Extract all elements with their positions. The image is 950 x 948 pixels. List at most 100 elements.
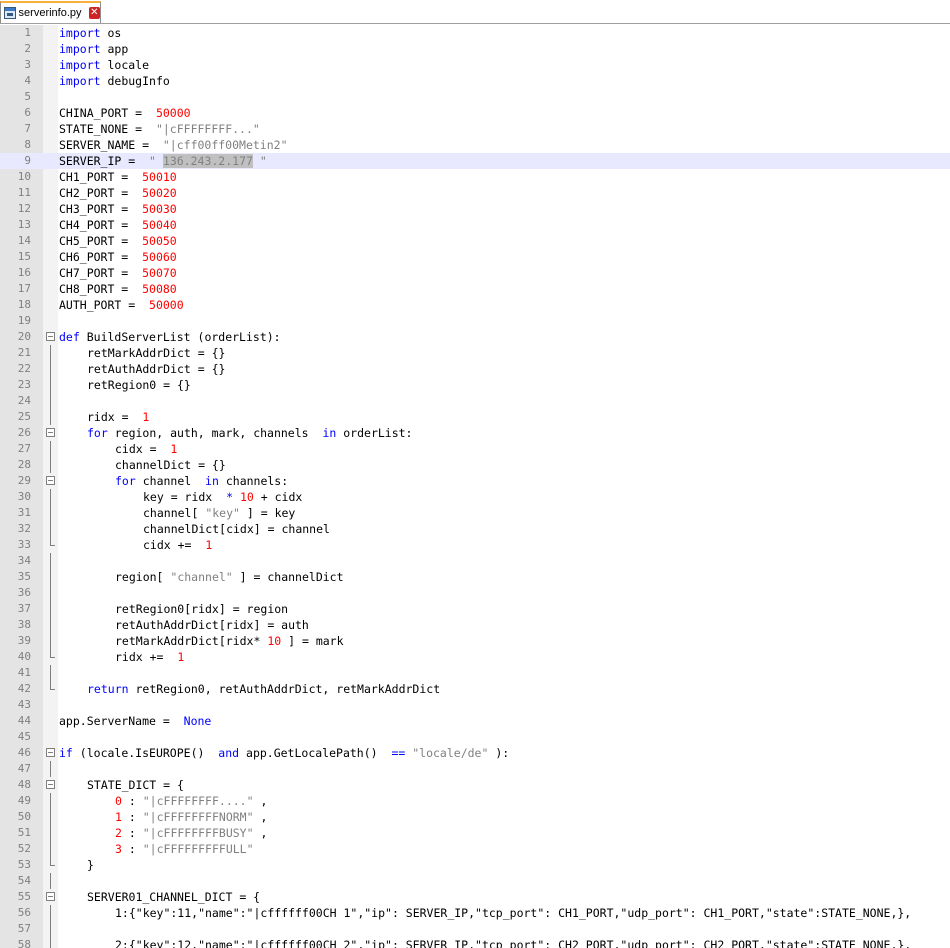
fold-line-icon (44, 633, 57, 649)
code-line[interactable]: 43 (0, 697, 950, 713)
line-number: 52 (17, 842, 31, 855)
code-token: retRegion0 = {} (87, 378, 191, 392)
code-line[interactable]: 50 1 : "|cFFFFFFFFNORM" , (0, 809, 950, 825)
code-token: ridx += (115, 650, 171, 664)
code-line[interactable]: 31 channel[ "key" ] = key (0, 505, 950, 521)
fold-toggle-icon[interactable] (44, 745, 57, 761)
code-line[interactable]: 36 (0, 585, 950, 601)
line-number: 38 (17, 618, 31, 631)
code-line[interactable]: 12 CH3_PORT = 50030 (0, 201, 950, 217)
code-line[interactable]: 55 SERVER01_CHANNEL_DICT = { (0, 889, 950, 905)
code-line[interactable]: 1 import os (0, 25, 950, 41)
code-line[interactable]: 9 SERVER_IP = " 136.243.2.177 " (0, 153, 950, 169)
code-token: ] = channelDict (239, 570, 344, 584)
code-line[interactable]: 19 (0, 313, 950, 329)
code-line[interactable]: 57 (0, 921, 950, 937)
code-token: 50030 (142, 202, 177, 216)
code-line[interactable]: 48 STATE_DICT = { (0, 777, 950, 793)
code-line[interactable]: 21 retMarkAddrDict = {} (0, 345, 950, 361)
code-text: channelDict = {} (59, 457, 226, 473)
code-line[interactable]: 10 CH1_PORT = 50010 (0, 169, 950, 185)
line-number: 51 (17, 826, 31, 839)
code-line[interactable]: 28 channelDict = {} (0, 457, 950, 473)
code-line[interactable]: 34 (0, 553, 950, 569)
code-line[interactable]: 14 CH5_PORT = 50050 (0, 233, 950, 249)
code-token: channel (142, 474, 199, 488)
code-line[interactable]: 6 CHINA_PORT = 50000 (0, 105, 950, 121)
code-line[interactable]: 26 for region, auth, mark, channels in or… (0, 425, 950, 441)
close-tab-icon[interactable]: ✕ (88, 7, 100, 19)
code-line[interactable]: 15 CH6_PORT = 50060 (0, 249, 950, 265)
code-line[interactable]: 33 cidx += 1 (0, 537, 950, 553)
code-text: import debugInfo (59, 73, 170, 89)
code-line[interactable]: 58 2:{"key":12,"name":"|cffffff00CH 2","i… (0, 937, 950, 948)
line-number: 53 (17, 858, 31, 871)
line-number: 32 (17, 522, 31, 535)
code-line[interactable]: 42 return retRegion0, retAuthAddrDict, re… (0, 681, 950, 697)
fold-toggle-icon[interactable] (44, 329, 57, 345)
code-line[interactable]: 23 retRegion0 = {} (0, 377, 950, 393)
code-line[interactable]: 22 retAuthAddrDict = {} (0, 361, 950, 377)
code-line[interactable]: 37 retRegion0[ridx] = region (0, 601, 950, 617)
code-token: } (87, 858, 94, 872)
fold-toggle-icon[interactable] (44, 425, 57, 441)
code-line[interactable]: 30 key = ridx * 10 + cidx (0, 489, 950, 505)
code-line[interactable]: 5 (0, 89, 950, 105)
code-token: CH6_PORT = (59, 250, 136, 264)
fold-line-icon (44, 649, 57, 665)
code-token: cidx += (143, 538, 199, 552)
code-line[interactable]: 29 for channel in channels: (0, 473, 950, 489)
code-token: os (107, 26, 122, 40)
code-text: retRegion0 = {} (59, 377, 191, 393)
code-line[interactable]: 20 def BuildServerList (orderList): (0, 329, 950, 345)
code-line[interactable]: 52 3 : "|cFFFFFFFFFULL" (0, 841, 950, 857)
code-token: "key" (205, 506, 240, 520)
code-token: " (149, 154, 156, 168)
code-editor[interactable]: 1 import os 2 import app 3 import locale 4 impo… (0, 25, 950, 948)
code-line[interactable]: 56 1:{"key":11,"name":"|cffffff00CH 1","i… (0, 905, 950, 921)
code-text: SERVER01_CHANNEL_DICT = { (59, 889, 260, 905)
code-line[interactable]: 8 SERVER_NAME = "|cff00ff00Metin2" (0, 137, 950, 153)
tab-serverinfo[interactable]: serverinfo.py ✕ (0, 1, 101, 23)
code-line[interactable]: 25 ridx = 1 (0, 409, 950, 425)
fold-toggle-icon[interactable] (44, 473, 57, 489)
fold-line-icon (44, 873, 57, 889)
code-token: 1 (142, 410, 150, 424)
code-line[interactable]: 7 STATE_NONE = "|cFFFFFFFF..." (0, 121, 950, 137)
fold-toggle-icon[interactable] (44, 889, 57, 905)
code-line[interactable]: 54 (0, 873, 950, 889)
code-line[interactable]: 11 CH2_PORT = 50020 (0, 185, 950, 201)
line-number: 42 (17, 682, 31, 695)
code-token: SERVER_IP = (59, 154, 143, 168)
code-line[interactable]: 18 AUTH_PORT = 50000 (0, 297, 950, 313)
line-number: 4 (24, 74, 31, 87)
code-line[interactable]: 39 retMarkAddrDict[ridx* 10 ] = mark (0, 633, 950, 649)
code-line[interactable]: 46 if (locale.IsEUROPE() and app.GetLocal… (0, 745, 950, 761)
code-line[interactable]: 41 (0, 665, 950, 681)
code-line[interactable]: 44 app.ServerName = None (0, 713, 950, 729)
code-line[interactable]: 27 cidx = 1 (0, 441, 950, 457)
code-line[interactable]: 32 channelDict[cidx] = channel (0, 521, 950, 537)
code-line[interactable]: 16 CH7_PORT = 50070 (0, 265, 950, 281)
fold-toggle-icon[interactable] (44, 777, 57, 793)
code-line[interactable]: 3 import locale (0, 57, 950, 73)
code-line[interactable]: 49 0 : "|cFFFFFFFF...." , (0, 793, 950, 809)
code-line[interactable]: 53} (0, 857, 950, 873)
code-line[interactable]: 51 2 : "|cFFFFFFFFBUSY" , (0, 825, 950, 841)
code-line[interactable]: 17 CH8_PORT = 50080 (0, 281, 950, 297)
line-number: 1 (24, 26, 31, 39)
code-line[interactable]: 40 ridx += 1 (0, 649, 950, 665)
code-line[interactable]: 4 import debugInfo (0, 73, 950, 89)
code-token: CH1_PORT = (59, 170, 136, 184)
code-line[interactable]: 47 (0, 761, 950, 777)
fold-line-icon (44, 345, 57, 361)
code-text: channelDict[cidx] = channel (59, 521, 330, 537)
code-line[interactable]: 2 import app (0, 41, 950, 57)
code-line[interactable]: 45 (0, 729, 950, 745)
code-text: def BuildServerList (orderList): (59, 329, 281, 345)
code-line[interactable]: 35 region[ "channel" ] = channelDict (0, 569, 950, 585)
code-text: AUTH_PORT = 50000 (59, 297, 184, 313)
code-line[interactable]: 13 CH4_PORT = 50040 (0, 217, 950, 233)
code-line[interactable]: 24 (0, 393, 950, 409)
code-line[interactable]: 38 retAuthAddrDict[ridx] = auth (0, 617, 950, 633)
